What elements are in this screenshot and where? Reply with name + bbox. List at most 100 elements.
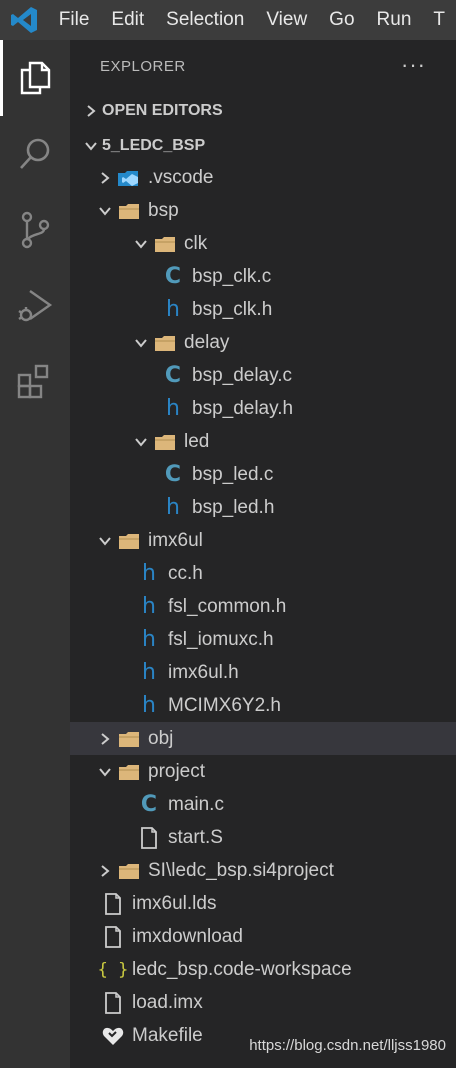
menu-edit[interactable]: Edit	[100, 0, 155, 40]
folder-icon	[116, 722, 142, 755]
explorer-sidebar: EXPLORER ··· OPEN EDITORS 5_LEDC_BSP .vs…	[70, 40, 456, 1068]
c-file-icon: C	[140, 792, 158, 817]
chevron-right-icon[interactable]	[94, 161, 116, 194]
tree-item-label: ledc_bsp.code-workspace	[132, 958, 352, 980]
source-control-icon[interactable]	[0, 192, 70, 268]
workspace-root-section[interactable]: 5_LEDC_BSP	[70, 129, 456, 162]
watermark: https://blog.csdn.net/lljss1980	[249, 1037, 446, 1054]
folder-icon	[116, 524, 142, 557]
workspace-root-label: 5_LEDC_BSP	[102, 136, 206, 154]
tree-folder[interactable]: bsp	[70, 194, 456, 227]
chevron-down-icon[interactable]	[130, 425, 152, 458]
folder-icon	[116, 194, 142, 227]
tree-item-label: load.imx	[132, 991, 203, 1013]
tree-item-label: bsp_delay.c	[192, 364, 292, 386]
tree-file[interactable]: { } ledc_bsp.code-workspace	[70, 953, 456, 986]
vscode-logo-icon[interactable]	[0, 0, 48, 40]
tree-folder[interactable]: imx6ul	[70, 524, 456, 557]
file-icon	[100, 920, 126, 953]
tree-file[interactable]: h imx6ul.h	[70, 656, 456, 689]
h-file-icon: h	[142, 561, 156, 586]
tree-file[interactable]: imx6ul.lds	[70, 887, 456, 920]
search-icon[interactable]	[0, 116, 70, 192]
tree-folder[interactable]: led	[70, 425, 456, 458]
tree-file[interactable]: h cc.h	[70, 557, 456, 590]
h-file-icon: h	[166, 396, 180, 421]
menu-go[interactable]: Go	[318, 0, 365, 40]
tree-file[interactable]: h MCIMX6Y2.h	[70, 689, 456, 722]
tree-item-label: project	[148, 760, 206, 782]
explorer-title: EXPLORER	[100, 58, 186, 75]
menu-selection[interactable]: Selection	[155, 0, 255, 40]
h-file-icon: h	[142, 660, 156, 685]
tree-item-label: imxdownload	[132, 925, 243, 947]
tree-item-label: imx6ul.h	[168, 661, 239, 683]
tree-folder[interactable]: obj	[70, 722, 456, 755]
files-icon[interactable]	[0, 40, 70, 116]
tree-item-label: .vscode	[148, 166, 214, 188]
c-file-icon: C	[164, 462, 182, 487]
h-file-icon: h	[166, 297, 180, 322]
json-file-icon: { }	[97, 959, 129, 980]
h-file-icon: h	[142, 693, 156, 718]
folder-icon	[116, 854, 142, 887]
tree-file[interactable]: Cbsp_led.c	[70, 458, 456, 491]
open-editors-section[interactable]: OPEN EDITORS	[70, 94, 456, 127]
tree-file[interactable]: start.S	[70, 821, 456, 854]
chevron-right-icon[interactable]	[94, 722, 116, 755]
menu-run[interactable]: Run	[366, 0, 423, 40]
chevron-down-icon[interactable]	[94, 524, 116, 557]
open-editors-label: OPEN EDITORS	[102, 101, 223, 119]
tree-folder[interactable]: delay	[70, 326, 456, 359]
tree-item-label: bsp_clk.h	[192, 298, 273, 320]
c-file-icon: C	[164, 363, 182, 388]
tree-item-label: cc.h	[168, 562, 203, 584]
tree-file[interactable]: h fsl_iomuxc.h	[70, 623, 456, 656]
tree-item-label: delay	[184, 331, 230, 353]
tree-file[interactable]: imxdownload	[70, 920, 456, 953]
tree-file[interactable]: Cbsp_delay.c	[70, 359, 456, 392]
tree-file[interactable]: h bsp_delay.h	[70, 392, 456, 425]
vscode-folder-icon	[116, 161, 142, 194]
tree-item-label: imx6ul.lds	[132, 892, 217, 914]
file-icon	[136, 821, 162, 854]
menu-file[interactable]: File	[48, 0, 101, 40]
activity-bar	[0, 40, 70, 1068]
tree-folder[interactable]: .vscode	[70, 161, 456, 194]
extensions-icon[interactable]	[0, 344, 70, 420]
menu-view[interactable]: View	[255, 0, 318, 40]
folder-icon	[152, 227, 178, 260]
tree-item-label: main.c	[168, 793, 224, 815]
chevron-down-icon[interactable]	[94, 755, 116, 788]
chevron-right-icon	[80, 94, 102, 127]
tree-item-label: SI\ledc_bsp.si4project	[148, 859, 334, 881]
tree-item-label: obj	[148, 727, 174, 749]
more-actions-icon[interactable]: ···	[401, 52, 426, 78]
tree-file[interactable]: load.imx	[70, 986, 456, 1019]
chevron-down-icon[interactable]	[130, 326, 152, 359]
h-file-icon: h	[142, 594, 156, 619]
tree-file[interactable]: h fsl_common.h	[70, 590, 456, 623]
tree-file[interactable]: Cbsp_clk.c	[70, 260, 456, 293]
tree-folder[interactable]: clk	[70, 227, 456, 260]
tree-folder[interactable]: project	[70, 755, 456, 788]
menu-t[interactable]: T	[422, 0, 456, 40]
folder-icon	[152, 425, 178, 458]
file-icon	[100, 887, 126, 920]
tree-item-label: clk	[184, 232, 208, 254]
tree-item-label: start.S	[168, 826, 223, 848]
makefile-icon	[100, 1019, 126, 1052]
tree-file[interactable]: Cmain.c	[70, 788, 456, 821]
chevron-down-icon[interactable]	[94, 194, 116, 227]
run-debug-icon[interactable]	[0, 268, 70, 344]
chevron-down-icon[interactable]	[130, 227, 152, 260]
tree-file[interactable]: h bsp_led.h	[70, 491, 456, 524]
tree-file[interactable]: h bsp_clk.h	[70, 293, 456, 326]
tree-item-label: fsl_iomuxc.h	[168, 628, 274, 650]
h-file-icon: h	[166, 495, 180, 520]
folder-icon	[152, 326, 178, 359]
tree-folder[interactable]: SI\ledc_bsp.si4project	[70, 854, 456, 887]
tree-item-label: bsp	[148, 199, 179, 221]
chevron-right-icon[interactable]	[94, 854, 116, 887]
tree-item-label: imx6ul	[148, 529, 203, 551]
